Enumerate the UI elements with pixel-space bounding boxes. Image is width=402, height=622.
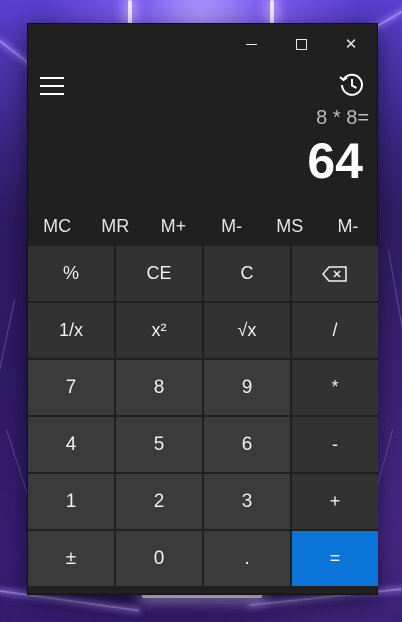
digit-0-button[interactable]: 0 [116,531,202,586]
memory-store-button[interactable]: MS [261,209,319,243]
clear-button[interactable]: C [204,246,290,301]
digit-1-button[interactable]: 1 [28,474,114,529]
memory-clear-button[interactable]: MC [28,209,86,243]
digit-2-button[interactable]: 2 [116,474,202,529]
expression-display: 8 * 8= [316,107,369,129]
hamburger-menu-icon[interactable] [40,72,68,100]
close-icon: ✕ [344,35,358,53]
digit-6-button[interactable]: 6 [204,417,290,472]
digit-9-button[interactable]: 9 [204,360,290,415]
close-button[interactable]: ✕ [327,24,375,64]
history-icon [339,73,363,96]
minimize-icon [245,43,257,45]
subtract-button[interactable]: - [292,417,378,472]
neon-light [128,0,132,24]
maximize-icon [295,38,307,50]
rock-crack [388,249,402,408]
memory-recall-button[interactable]: MR [86,209,144,243]
digit-3-button[interactable]: 3 [204,474,290,529]
negate-button[interactable]: ± [28,531,114,586]
divide-button[interactable]: / [292,303,378,358]
square-button[interactable]: x² [116,303,202,358]
memory-list-button[interactable]: M- [319,209,377,243]
square-root-button[interactable]: √x [204,303,290,358]
reciprocal-button[interactable]: 1/x [28,303,114,358]
result-display: 64 [307,133,363,189]
digit-5-button[interactable]: 5 [116,417,202,472]
equals-button[interactable]: = [292,531,378,586]
history-button[interactable] [337,70,367,100]
minimize-button[interactable] [227,24,275,64]
multiply-button[interactable]: * [292,360,378,415]
add-button[interactable]: + [292,474,378,529]
neon-light [270,0,274,24]
digit-8-button[interactable]: 8 [116,360,202,415]
title-bar: ✕ [28,24,377,64]
calculator-window: ✕ 8 * 8= 64 MC MR M+ M- MS M- % CE C 1/x… [28,24,378,594]
backspace-button[interactable] [292,246,378,301]
rock-crack [0,299,15,418]
memory-subtract-button[interactable]: M- [203,209,261,243]
memory-row: MC MR M+ M- MS M- [28,209,377,243]
digit-7-button[interactable]: 7 [28,360,114,415]
memory-add-button[interactable]: M+ [144,209,202,243]
digit-4-button[interactable]: 4 [28,417,114,472]
decimal-point-button[interactable]: . [204,531,290,586]
clear-entry-button[interactable]: CE [116,246,202,301]
keypad: % CE C 1/x x² √x / 7 8 9 * 4 5 6 - 1 2 3… [28,246,378,586]
maximize-button[interactable] [277,24,325,64]
backspace-icon [322,265,347,282]
neon-light [142,594,262,598]
percent-button[interactable]: % [28,246,114,301]
